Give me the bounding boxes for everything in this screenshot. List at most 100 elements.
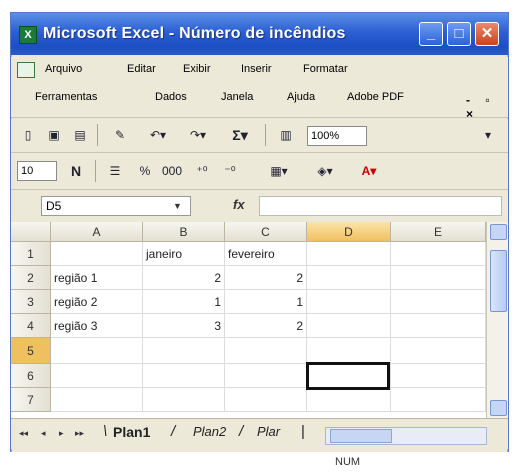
row-header[interactable]: 2	[11, 266, 51, 290]
cell-e2[interactable]	[391, 266, 486, 290]
column-header-c[interactable]: C	[225, 222, 307, 242]
row-header[interactable]: 6	[11, 364, 51, 388]
fill-color-icon[interactable]: ◈▾	[307, 162, 343, 180]
tab-plan2[interactable]: Plan2	[193, 424, 226, 444]
chart-wizard-icon[interactable]: ▥	[275, 126, 297, 144]
column-header-e[interactable]: E	[391, 222, 486, 242]
cell-c7[interactable]	[225, 388, 307, 412]
cell-a3[interactable]: região 2	[51, 290, 143, 314]
menu-formatar[interactable]: Formatar	[303, 63, 348, 75]
cell-c6[interactable]	[225, 364, 307, 388]
cell-b5[interactable]	[143, 338, 225, 364]
workbook-window-controls[interactable]: - ▫ ×	[466, 93, 508, 121]
cell-a7[interactable]	[51, 388, 143, 412]
cell-a6[interactable]	[51, 364, 143, 388]
menu-editar[interactable]: Editar	[127, 63, 156, 75]
cell-b4[interactable]: 3	[143, 314, 225, 338]
cell-c1[interactable]: fevereiro	[225, 242, 307, 266]
cell-b3[interactable]: 1	[143, 290, 225, 314]
cell-d3[interactable]	[307, 290, 391, 314]
vertical-scrollbar[interactable]	[486, 222, 508, 418]
worksheet-grid[interactable]: A B C D E 1 janeiro fevereiro 2 região 1…	[11, 222, 486, 418]
cell-e4[interactable]	[391, 314, 486, 338]
cell-c3[interactable]: 1	[225, 290, 307, 314]
tab-plan3[interactable]: Plar	[257, 424, 280, 444]
select-all-corner[interactable]	[11, 222, 51, 242]
cell-b2[interactable]: 2	[143, 266, 225, 290]
workbook-icon[interactable]	[17, 62, 35, 78]
menu-janela[interactable]: Janela	[221, 91, 253, 103]
row-header[interactable]: 7	[11, 388, 51, 412]
toolbar-options-icon[interactable]: ▾	[481, 126, 495, 144]
tab-plan1[interactable]: Plan1	[113, 424, 150, 444]
cell-a1[interactable]	[51, 242, 143, 266]
scroll-up-button[interactable]	[490, 224, 507, 240]
horizontal-scroll-thumb[interactable]	[330, 429, 392, 443]
column-header-a[interactable]: A	[51, 222, 143, 242]
menu-inserir[interactable]: Inserir	[241, 63, 272, 75]
cell-a4[interactable]: região 3	[51, 314, 143, 338]
save-icon[interactable]: ▣	[45, 126, 63, 144]
cell-e3[interactable]	[391, 290, 486, 314]
format-painter-icon[interactable]: ✎	[111, 126, 129, 144]
row-header[interactable]: 3	[11, 290, 51, 314]
minimize-button[interactable]: _	[419, 22, 443, 46]
cell-d2[interactable]	[307, 266, 391, 290]
font-size-dropdown[interactable]: 10	[17, 161, 57, 181]
redo-icon[interactable]: ↷▾	[183, 126, 213, 144]
vertical-scroll-thumb[interactable]	[490, 250, 507, 312]
first-sheet-icon[interactable]: ◂◂	[19, 428, 28, 439]
cell-b1[interactable]: janeiro	[143, 242, 225, 266]
cell-c2[interactable]: 2	[225, 266, 307, 290]
menu-arquivo[interactable]: Arquivo	[45, 63, 82, 75]
cell-c4[interactable]: 2	[225, 314, 307, 338]
menu-exibir[interactable]: Exibir	[183, 63, 211, 75]
prev-sheet-icon[interactable]: ◂	[41, 428, 46, 439]
maximize-button[interactable]: □	[447, 22, 471, 46]
cell-a5[interactable]	[51, 338, 143, 364]
row-header[interactable]: 1	[11, 242, 51, 266]
borders-icon[interactable]: ▦▾	[259, 162, 299, 180]
decrease-decimal-icon[interactable]: ⁻⁰	[219, 162, 241, 180]
scroll-down-button[interactable]	[490, 400, 507, 416]
cell-d5[interactable]	[307, 338, 391, 364]
formula-input[interactable]	[259, 196, 502, 216]
column-header-b[interactable]: B	[143, 222, 225, 242]
menu-ferramentas[interactable]: Ferramentas	[35, 91, 97, 103]
bold-button[interactable]: N	[67, 162, 85, 180]
percent-style-icon[interactable]: %	[135, 162, 155, 180]
row-header-active[interactable]: 5	[11, 338, 51, 364]
menu-dados[interactable]: Dados	[155, 91, 187, 103]
font-color-icon[interactable]: A▾	[351, 162, 387, 180]
cell-b7[interactable]	[143, 388, 225, 412]
menu-ajuda[interactable]: Ajuda	[287, 91, 315, 103]
horizontal-scrollbar[interactable]	[325, 427, 487, 445]
undo-icon[interactable]: ↶▾	[143, 126, 173, 144]
zoom-dropdown[interactable]: 100%	[307, 126, 367, 146]
cell-e6[interactable]	[391, 364, 486, 388]
merge-center-icon[interactable]: ☰	[105, 162, 125, 180]
cell-c5[interactable]	[225, 338, 307, 364]
new-icon[interactable]: ▯	[19, 126, 37, 144]
cell-e1[interactable]	[391, 242, 486, 266]
cell-d7[interactable]	[307, 388, 391, 412]
cell-d4[interactable]	[307, 314, 391, 338]
menu-adobe-pdf[interactable]: Adobe PDF	[347, 91, 404, 103]
increase-decimal-icon[interactable]: ⁺⁰	[191, 162, 213, 180]
name-box-dropdown-icon[interactable]: ▼	[173, 201, 182, 211]
close-button[interactable]: ✕	[475, 22, 499, 46]
print-icon[interactable]: ▤	[71, 126, 89, 144]
next-sheet-icon[interactable]: ▸	[59, 428, 64, 439]
cell-e5[interactable]	[391, 338, 486, 364]
name-box[interactable]: D5	[41, 196, 191, 216]
autosum-button[interactable]: Σ▾	[225, 126, 255, 144]
insert-function-icon[interactable]: fx	[233, 197, 245, 212]
cell-b6[interactable]	[143, 364, 225, 388]
last-sheet-icon[interactable]: ▸▸	[75, 428, 84, 439]
cell-d1[interactable]	[307, 242, 391, 266]
cell-e7[interactable]	[391, 388, 486, 412]
row-header[interactable]: 4	[11, 314, 51, 338]
excel-app-icon[interactable]: X	[19, 26, 37, 44]
comma-style-icon[interactable]: 000	[161, 162, 183, 180]
column-header-d[interactable]: D	[307, 222, 391, 242]
